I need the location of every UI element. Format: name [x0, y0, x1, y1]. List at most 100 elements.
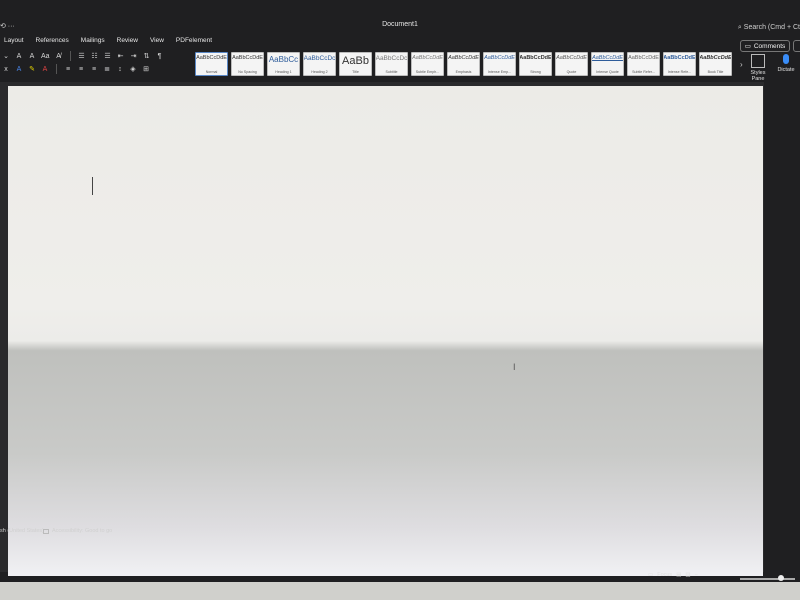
justify-icon[interactable]: ≣: [103, 65, 111, 73]
bullet-list-icon[interactable]: ☰: [78, 52, 86, 60]
increase-font-icon[interactable]: A: [15, 53, 23, 60]
style-normal[interactable]: AaBbCcDdE Normal: [195, 52, 228, 76]
style-intense-emphasis[interactable]: AaBbCcDdE Intense Emp...: [483, 52, 516, 76]
style-sample: AaBbCcDdE: [556, 55, 587, 61]
style-name: Subtitle: [385, 70, 398, 74]
style-subtle-reference[interactable]: AaBbCcDdE Subtle Refer...: [627, 52, 660, 76]
borders-icon[interactable]: ⊞: [142, 65, 150, 73]
zoom-slider-handle[interactable]: [778, 575, 784, 581]
numbered-list-icon[interactable]: ☷: [91, 52, 99, 60]
style-sample: AaBbCcDc: [303, 55, 336, 62]
pilcrow-icon[interactable]: ¶: [156, 53, 164, 60]
style-strong[interactable]: AaBbCcDdE Strong: [519, 52, 552, 76]
style-sample: AaBbCcDc: [375, 55, 408, 62]
style-sample: AaBbCcDdE: [592, 55, 623, 61]
divider: [69, 51, 71, 61]
tab-layout[interactable]: Layout: [4, 37, 24, 49]
style-sample: AaBb: [342, 55, 369, 67]
align-left-icon[interactable]: ≡: [64, 66, 72, 73]
tab-pdfelement[interactable]: PDFelement: [176, 37, 212, 49]
title-bar: ⟲ ··· Document1 ⌕ Search (Cmd + Ct: [0, 18, 800, 36]
font-color-icon[interactable]: A: [41, 66, 49, 73]
microphone-icon: [783, 54, 789, 64]
decrease-font-icon[interactable]: A: [28, 53, 36, 60]
style-title[interactable]: AaBb Title: [339, 52, 372, 76]
style-sample: AaBbCcDdE: [448, 55, 479, 61]
style-sample: AaBbCcDdE: [519, 55, 552, 61]
style-name: Subtle Refer...: [632, 70, 655, 74]
subscript-icon[interactable]: x: [2, 66, 10, 73]
style-name: Quote: [566, 70, 577, 74]
divider: [56, 64, 57, 74]
styles-gallery: AaBbCcDdE Normal AaBbCcDdE No Spacing AaBb…: [195, 52, 732, 76]
comments-button[interactable]: ▭ Comments: [740, 40, 790, 52]
comments-label: Comments: [753, 42, 786, 50]
zoom-slider[interactable]: [740, 578, 795, 580]
text-effects-icon[interactable]: A: [15, 66, 23, 73]
ribbon-tabs: Layout References Mailings Review View P…: [4, 37, 212, 49]
accessibility-status[interactable]: Accessibility: Good to go: [43, 528, 112, 534]
laptop-bezel: [0, 582, 800, 600]
style-heading-1[interactable]: AaBbCc Heading 1: [267, 52, 300, 76]
chevron-down-icon[interactable]: ⌄: [2, 52, 10, 60]
style-heading-2[interactable]: AaBbCcDc Heading 2: [303, 52, 336, 76]
focus-button[interactable]: Focus: [657, 572, 672, 578]
accessibility-label: Accessibility: Good to go: [52, 528, 113, 534]
style-name: Intense Quote: [596, 70, 619, 74]
accessibility-icon: [43, 528, 49, 534]
align-center-icon[interactable]: ≡: [77, 66, 85, 73]
view-controls: ▭ Focus ▤ ▥ −: [648, 570, 698, 580]
style-intense-reference[interactable]: AaBbCcDdE Intense Refe...: [663, 52, 696, 76]
tab-references[interactable]: References: [36, 37, 69, 49]
style-name: Title: [352, 70, 359, 74]
search-placeholder: Search (Cmd + Ct: [743, 24, 800, 31]
tab-mailings[interactable]: Mailings: [81, 37, 105, 49]
line-spacing-icon[interactable]: ↕: [116, 66, 124, 73]
web-layout-icon[interactable]: ▥: [685, 572, 690, 578]
zoom-out-icon[interactable]: −: [695, 572, 698, 578]
style-name: No Spacing: [238, 70, 257, 74]
style-name: Normal: [205, 70, 218, 74]
style-name: Heading 2: [311, 70, 328, 74]
style-intense-quote[interactable]: AaBbCcDdE Intense Quote: [591, 52, 624, 76]
highlight-icon[interactable]: ✎: [28, 65, 36, 73]
style-no-spacing[interactable]: AaBbCcDdE No Spacing: [231, 52, 264, 76]
increase-indent-icon[interactable]: ⇥: [130, 52, 138, 60]
chevron-right-icon[interactable]: ›: [740, 60, 743, 69]
share-button[interactable]: [793, 40, 800, 52]
sort-icon[interactable]: ⇅: [143, 52, 151, 60]
clear-formatting-icon[interactable]: A̸: [55, 53, 63, 60]
tab-view[interactable]: View: [150, 37, 164, 49]
decrease-indent-icon[interactable]: ⇤: [117, 52, 125, 60]
style-name: Heading 1: [275, 70, 292, 74]
shading-icon[interactable]: ◈: [129, 65, 137, 73]
styles-pane-button[interactable]: Styles Pane: [748, 54, 768, 82]
language-status[interactable]: sh (United States): [0, 528, 44, 534]
status-bar: sh (United States) Accessibility: Good t…: [0, 526, 800, 538]
app-window: ⟲ ··· Document1 ⌕ Search (Cmd + Ct Layou…: [0, 0, 800, 600]
style-subtle-emphasis[interactable]: AaBbCcDdE Subtle Emph...: [411, 52, 444, 76]
style-subtitle[interactable]: AaBbCcDc Subtitle: [375, 52, 408, 76]
print-layout-icon[interactable]: ▤: [676, 572, 681, 578]
text-cursor: [92, 177, 93, 195]
tab-review[interactable]: Review: [117, 37, 138, 49]
document-canvas: I: [0, 82, 800, 576]
focus-icon: ▭: [648, 572, 654, 578]
style-book-title[interactable]: AaBbCcDdE Book Title: [699, 52, 732, 76]
style-name: Book Title: [707, 70, 724, 74]
search-input[interactable]: ⌕ Search (Cmd + Ct: [738, 24, 800, 32]
comment-icon: ▭: [744, 43, 751, 50]
style-name: Emphasis: [455, 70, 472, 74]
document-page[interactable]: I: [8, 86, 763, 576]
styles-pane-label: Styles Pane: [750, 70, 766, 82]
style-emphasis[interactable]: AaBbCcDdE Emphasis: [447, 52, 480, 76]
style-name: Intense Refe...: [667, 70, 692, 74]
style-quote[interactable]: AaBbCcDdE Quote: [555, 52, 588, 76]
right-gutter: [764, 82, 800, 572]
style-sample: AaBbCcDdE: [484, 55, 515, 61]
change-case-icon[interactable]: Aa: [41, 53, 50, 60]
font-toolbar-row: ⌄ A A Aa A̸ ☰ ☷ ☰ ⇤ ⇥ ⇅ ¶: [2, 51, 164, 61]
align-right-icon[interactable]: ≡: [90, 66, 98, 73]
multilevel-list-icon[interactable]: ☰: [104, 52, 112, 60]
dictate-button[interactable]: Dictate: [774, 54, 798, 73]
